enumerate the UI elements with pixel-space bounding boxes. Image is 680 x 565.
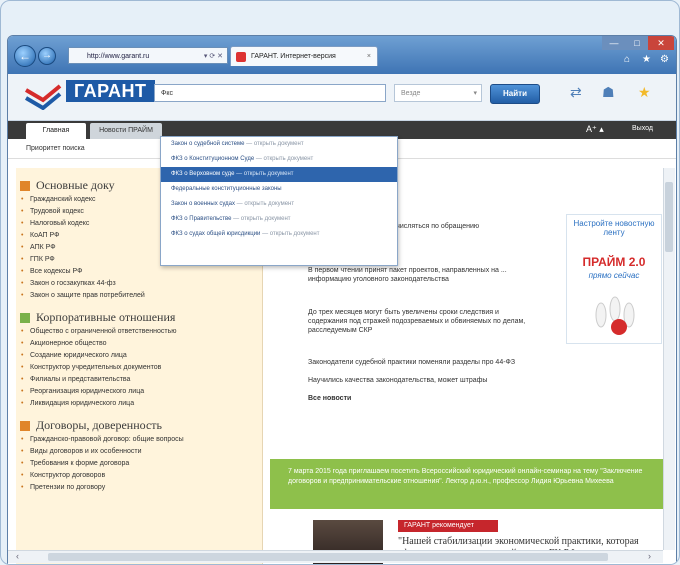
sidebar-link[interactable]: Виды договоров и их особенности xyxy=(21,448,142,455)
sidebar-link[interactable]: Акционерное общество xyxy=(21,340,106,347)
scroll-left-icon[interactable]: ‹ xyxy=(16,551,19,561)
address-text: http://www.garant.ru xyxy=(87,53,150,60)
garant-logo-icon xyxy=(24,84,62,110)
sidebar-link[interactable]: Реорганизация юридического лица xyxy=(21,388,144,395)
h-scroll-thumb[interactable] xyxy=(48,553,608,561)
search-scope-select[interactable]: Везде ▾ xyxy=(394,84,482,102)
news-item[interactable]: Законодатели судебной практики поменяли … xyxy=(308,358,548,367)
sidebar-link[interactable]: Закон о госзакупках 44-фз xyxy=(21,280,116,287)
sidebar-link[interactable]: Все кодексы РФ xyxy=(21,268,82,275)
favorites-icon[interactable]: ★ xyxy=(638,84,651,101)
close-window-button[interactable]: ✕ xyxy=(648,36,674,50)
suggestion-item[interactable]: ФКЗ о Конституционном Суде — открыть док… xyxy=(161,152,397,167)
sidebar-link[interactable]: Закон о защите прав потребителей xyxy=(21,292,145,299)
home-icon[interactable]: ⌂ xyxy=(624,54,630,65)
suggestion-item[interactable]: ФКЗ о Правительстве — открыть документ xyxy=(161,212,397,227)
seminar-banner[interactable]: 7 марта 2015 года приглашаем посетить Вс… xyxy=(270,459,666,509)
suggestion-item[interactable]: Закон о военных судах — открыть документ xyxy=(161,197,397,212)
sidebar-link[interactable]: АПК РФ xyxy=(21,244,55,251)
tab-title: ГАРАНТ. Интернет-версия xyxy=(251,53,336,60)
sidebar-link[interactable]: Филиалы и представительства xyxy=(21,376,130,383)
browser-tab[interactable]: ГАРАНТ. Интернет-версия × xyxy=(230,46,378,66)
sidebar-link[interactable]: Конструктор договоров xyxy=(21,472,105,479)
scroll-right-icon[interactable]: › xyxy=(648,551,651,561)
ad-link[interactable]: прямо сейчас xyxy=(567,271,661,280)
vertical-scrollbar[interactable] xyxy=(663,168,675,550)
address-controls[interactable]: ▾ ⟳ ✕ xyxy=(204,48,223,65)
sidebar-link[interactable]: Общество с ограниченной ответственностью xyxy=(21,328,177,335)
bowling-pins-icon xyxy=(595,296,635,335)
sidebar-link[interactable]: Гражданско-правовой договор: общие вопро… xyxy=(21,436,184,443)
sidebar-link[interactable]: Гражданский кодекс xyxy=(21,196,95,203)
maximize-button[interactable]: □ xyxy=(626,36,648,50)
suggestion-item[interactable]: ФКЗ о судах общей юрисдикции — открыть д… xyxy=(161,227,397,242)
sidebar-link[interactable]: КоАП РФ xyxy=(21,232,60,239)
tab-news-prime[interactable]: Новости ПРАЙМ xyxy=(90,123,162,139)
prime-ad-banner[interactable]: Настройте новостную ленту ПРАЙМ 2.0 прям… xyxy=(566,214,662,344)
back-button[interactable]: ← xyxy=(14,45,36,67)
sidebar-link[interactable]: Ликвидация юридического лица xyxy=(21,400,134,407)
sidebar-link[interactable]: Трудовой кодекс xyxy=(21,208,84,215)
exit-link[interactable]: Выход xyxy=(632,125,653,132)
site-logo[interactable]: ГАРАНТ xyxy=(66,80,155,102)
horizontal-scrollbar[interactable]: ‹ › xyxy=(8,550,663,563)
suggestion-item[interactable]: Закон о судебной системе — открыть докум… xyxy=(161,137,397,152)
sidebar-link[interactable]: Создание юридического лица xyxy=(21,352,127,359)
suggestion-item[interactable]: Федеральные конституционные законы xyxy=(161,182,397,197)
minimize-button[interactable]: — xyxy=(602,36,626,50)
sidebar-link[interactable]: ГПК РФ xyxy=(21,256,55,263)
section-marker-icon xyxy=(20,421,30,432)
section-marker-icon xyxy=(20,181,30,192)
search-input[interactable]: Фкс xyxy=(154,84,386,102)
browser-chrome: ← → http://www.garant.ru ▾ ⟳ ✕ ГАРАНТ. И… xyxy=(8,36,676,74)
favorites-star-icon[interactable]: ★ xyxy=(642,54,651,65)
screenshot-frame: ← → http://www.garant.ru ▾ ⟳ ✕ ГАРАНТ. И… xyxy=(0,0,680,565)
forward-button[interactable]: → xyxy=(38,47,56,65)
section-heading-contracts[interactable]: Договоры, доверенность xyxy=(20,418,162,433)
news-item[interactable]: Научились качества законодательства, мож… xyxy=(308,376,548,385)
search-suggestions: Закон о судебной системе — открыть докум… xyxy=(160,136,398,266)
search-scope-value: Везде xyxy=(401,90,421,97)
section-marker-icon xyxy=(20,313,30,324)
users-icon[interactable]: ☗ xyxy=(602,84,615,101)
settings-gear-icon[interactable]: ⚙ xyxy=(660,54,669,65)
tab-close-icon[interactable]: × xyxy=(367,47,371,67)
find-button[interactable]: Найти xyxy=(490,84,540,104)
browser-window: ← → http://www.garant.ru ▾ ⟳ ✕ ГАРАНТ. И… xyxy=(7,35,677,564)
section-heading-corporate[interactable]: Корпоративные отношения xyxy=(20,310,175,325)
all-news-link[interactable]: Все новости xyxy=(308,394,351,403)
ad-title: ПРАЙМ 2.0 xyxy=(582,255,646,269)
recommend-badge: ГАРАНТ рекомендует xyxy=(398,520,498,532)
news-item[interactable]: В первом чтении принят пакет проектов, н… xyxy=(308,266,528,284)
news-item[interactable]: До трех месяцев могут быть увеличены сро… xyxy=(308,308,528,335)
chevron-down-icon: ▾ xyxy=(473,90,477,97)
site-favicon-icon xyxy=(236,52,246,62)
sidebar-link[interactable]: Налоговый кодекс xyxy=(21,220,89,227)
seminar-text: 7 марта 2015 года приглашаем посетить Вс… xyxy=(288,468,643,485)
section-heading-main-docs[interactable]: Основные доку xyxy=(20,178,115,193)
sidebar-link[interactable]: Требования к форме договора xyxy=(21,460,129,467)
tab-main[interactable]: Главная xyxy=(26,123,86,139)
sidebar-link[interactable]: Конструктор учредительных документов xyxy=(21,364,161,371)
document-compare-icon[interactable]: ⇄ xyxy=(570,84,582,101)
site-header: ГАРАНТ Фкс Везде ▾ Найти ⇄ ☗ ★ xyxy=(8,74,676,121)
address-bar[interactable]: http://www.garant.ru ▾ ⟳ ✕ xyxy=(68,47,228,64)
font-size-control[interactable]: А⁺ ▴ xyxy=(586,124,604,135)
ad-caption: Настройте новостную ленту xyxy=(573,219,655,237)
suggestion-item-selected[interactable]: ФКЗ о Верховном суде — открыть документ xyxy=(161,167,397,182)
scroll-thumb[interactable] xyxy=(665,182,673,252)
sidebar-link[interactable]: Претензии по договору xyxy=(21,484,105,491)
